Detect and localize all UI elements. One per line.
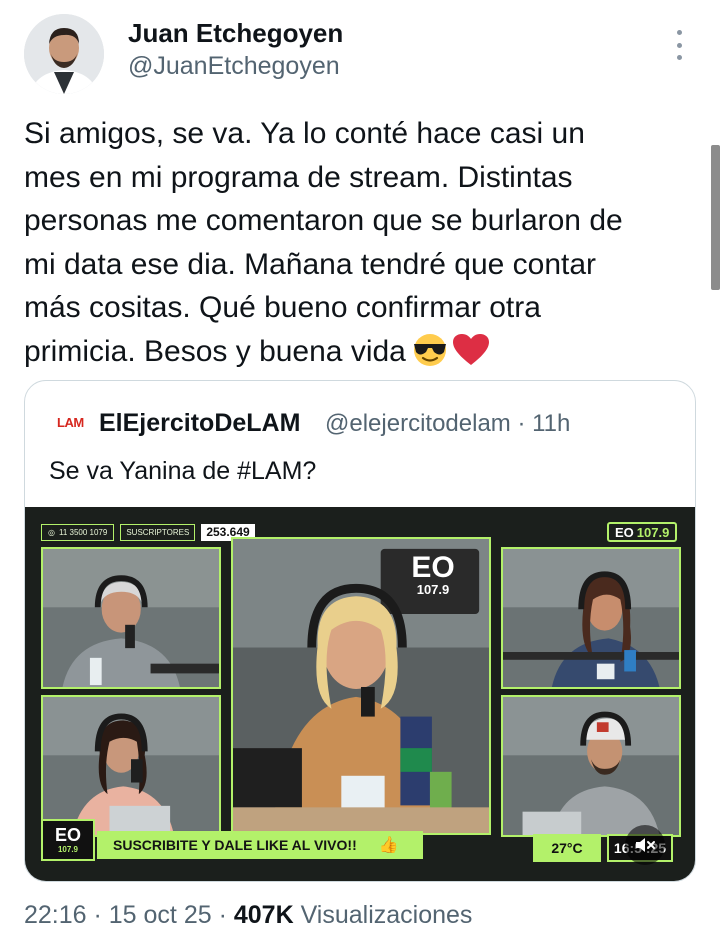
banner-text: SUSCRIBITE Y DALE LIKE AL VIVO!!: [113, 837, 357, 853]
tweet-meta: 22:16 · 15 oct 25 · 407K Visualizaciones: [24, 901, 472, 930]
views-count[interactable]: 407K: [234, 901, 294, 929]
wall-logo-bottom: 107.9: [416, 582, 450, 597]
author-avatar[interactable]: [24, 14, 104, 94]
thumbs-up-icon: 👍: [378, 837, 399, 854]
phone-number: 11 3500 1079: [58, 527, 108, 537]
station-logo-freq: 107.9: [636, 524, 670, 540]
quoted-tweet-text: Se va Yanina de #LAM?: [49, 457, 317, 485]
views-label: Visualizaciones: [293, 901, 473, 929]
temperature-badge: 27°C: [533, 834, 601, 862]
red-heart-emoji-icon: [452, 333, 490, 367]
video-panel-host-4: [501, 695, 681, 837]
sunglasses-emoji-icon: [410, 333, 450, 367]
bottom-logo-freq: 107.9: [57, 845, 79, 854]
author-name[interactable]: Juan Etchegoyen: [128, 18, 343, 49]
station-logo-small: EO 107.9: [607, 522, 678, 542]
lam-logo: LAM: [57, 415, 84, 430]
author-handle[interactable]: @JuanEtchegoyen: [128, 52, 340, 81]
whatsapp-icon: ◎: [48, 527, 55, 537]
tweet-text: Si amigos, se va. Ya lo conté hace casi …: [24, 112, 704, 373]
subscribers-label: SUSCRIPTORES: [120, 523, 196, 541]
video-panel-main: EO 107.9: [231, 537, 491, 835]
bottom-logo-eo: EO: [54, 825, 81, 845]
quoted-author-name[interactable]: ElEjercitoDeLAM: [99, 409, 300, 438]
quoted-tweet-card[interactable]: LAM ElEjercitoDeLAM @elejercitodelam · 1…: [24, 380, 696, 882]
stream-topbar: ◎ 11 3500 1079 SUSCRIPTORES 253.649: [41, 523, 255, 541]
video-panel-host-2: [501, 547, 681, 689]
video-player[interactable]: ◎ 11 3500 1079 SUSCRIPTORES 253.649 EO 107…: [25, 507, 695, 881]
more-options-icon[interactable]: [666, 30, 692, 60]
video-panel-host-1: [41, 547, 221, 689]
subscribe-banner: SUSCRIBITE Y DALE LIKE AL VIVO!! 👍: [97, 831, 423, 859]
station-logo-bottom: EO 107.9: [41, 819, 95, 861]
phone-box: ◎ 11 3500 1079: [41, 523, 115, 541]
timestamp[interactable]: 22:16 · 15 oct 25 ·: [24, 901, 234, 929]
scrollbar[interactable]: [711, 145, 720, 290]
mute-icon[interactable]: [625, 825, 665, 865]
station-logo-text: EO: [615, 524, 634, 540]
video-panel-host-3: [41, 695, 221, 837]
wall-logo-top: EO: [411, 551, 455, 584]
quoted-author-handle[interactable]: @elejercitodelam · 11h: [325, 410, 570, 438]
wall-station-logo: EO 107.9: [389, 551, 477, 597]
tweet-body: Si amigos, se va. Ya lo conté hace casi …: [24, 117, 623, 368]
